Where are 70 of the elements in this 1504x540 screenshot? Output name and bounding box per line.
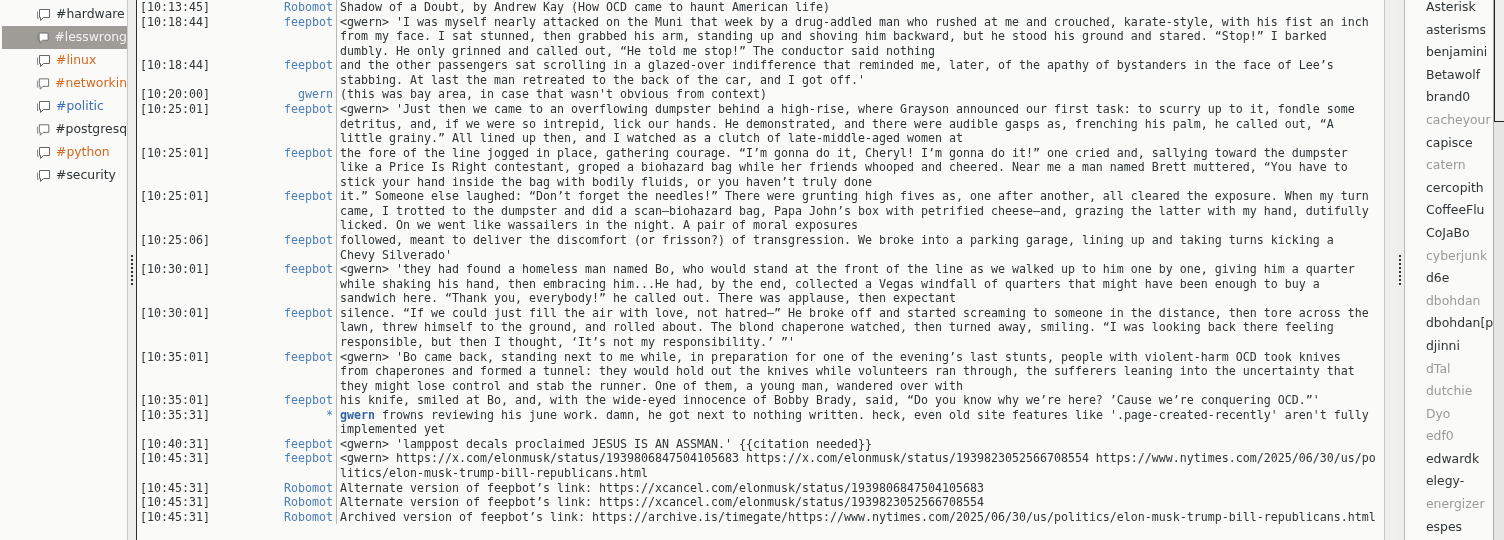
user-item[interactable]: elegy- [1426, 474, 1494, 489]
nick-label: feepbot [283, 393, 334, 408]
timestamp: [10:20:00] [139, 87, 211, 102]
user-item[interactable]: d6e [1426, 271, 1494, 286]
chat-bubble-icon [36, 122, 51, 137]
user-item[interactable]: CoJaBo [1426, 225, 1494, 240]
nick-label: feepbot [283, 145, 334, 162]
timestamp: [10:13:45] [139, 0, 211, 15]
timestamp: [10:45:31] [139, 480, 211, 496]
channel-item[interactable]: #networkin [2, 72, 127, 95]
splitter-handle[interactable] [1399, 255, 1401, 285]
channel-item[interactable]: #politic [2, 95, 127, 118]
nick-label: Robomot [283, 480, 334, 496]
scrollbar-thumb[interactable] [1494, 0, 1504, 122]
timestamp: [10:35:01] [139, 393, 211, 408]
nick-label: feepbot [283, 14, 334, 31]
user-item[interactable]: asterisms [1426, 22, 1494, 37]
user-item[interactable]: Asterisk [1426, 0, 1494, 14]
nick-label: Robomot [283, 509, 334, 525]
nick-label: feepbot [283, 262, 334, 279]
nick-label: feepbot [283, 305, 334, 322]
nick-label: feepbot [283, 58, 334, 75]
nick-label: feepbot [283, 436, 334, 452]
timestamp: [10:45:31] [139, 509, 211, 525]
timestamp: [10:35:31] [139, 407, 211, 424]
timestamp: [10:25:01] [139, 101, 211, 118]
channel-item[interactable]: #postgresq [2, 118, 127, 141]
timestamp: [10:25:01] [139, 145, 211, 162]
splitter-handle[interactable] [131, 255, 133, 285]
user-item[interactable]: CoffeeFlu [1426, 203, 1494, 218]
user-item[interactable]: espes [1426, 519, 1494, 534]
timestamp: [10:30:01] [139, 305, 211, 322]
channel-item[interactable]: #security [2, 164, 127, 187]
timestamp: [10:45:31] [139, 495, 211, 510]
scrollbar[interactable] [1493, 0, 1504, 540]
channel-item[interactable]: #python [2, 141, 127, 164]
user-item[interactable]: benjamini [1426, 45, 1494, 60]
nick-label: feepbot [283, 101, 334, 118]
chat-bubble-icon [36, 7, 51, 22]
user-item[interactable]: djinni [1426, 338, 1494, 353]
timestamp: [10:18:44] [139, 14, 211, 31]
user-item[interactable]: cercopith [1426, 180, 1494, 195]
timestamp: [10:35:01] [139, 349, 211, 366]
chat-bubble-icon [36, 99, 51, 114]
user-item[interactable]: Betawolf [1426, 67, 1494, 82]
chat-bubble-icon [36, 145, 51, 160]
action-marker: * [325, 407, 334, 424]
chat-bubble-icon [36, 30, 50, 45]
user-item[interactable]: dbohdan[p [1426, 316, 1494, 331]
chat-bubble-icon [36, 168, 51, 183]
nick-label: feepbot [283, 189, 334, 206]
timestamp: [10:18:44] [139, 58, 211, 75]
timestamp: [10:45:31] [139, 451, 211, 468]
timestamp: [10:25:06] [139, 233, 211, 249]
nick-label: gwern [297, 87, 334, 102]
user-item[interactable]: edwardk [1426, 451, 1494, 466]
chat-bubble-icon [36, 53, 51, 68]
timestamp: [10:25:01] [139, 189, 211, 206]
scrollbar[interactable] [1384, 0, 1396, 540]
nick-label: feepbot [283, 349, 334, 366]
nick-label: feepbot [283, 233, 334, 249]
timestamp: [10:30:01] [139, 262, 211, 279]
user-item[interactable]: capisce [1426, 135, 1494, 150]
timestamp: [10:40:31] [139, 436, 211, 452]
nick-label: feepbot [283, 451, 334, 468]
nick-label: Robomot [283, 0, 334, 15]
channel-item[interactable]: #hardware [2, 3, 127, 26]
user-item[interactable]: brand0 [1426, 90, 1494, 105]
nick-label: Robomot [283, 495, 334, 510]
chat-bubble-icon [36, 76, 50, 91]
